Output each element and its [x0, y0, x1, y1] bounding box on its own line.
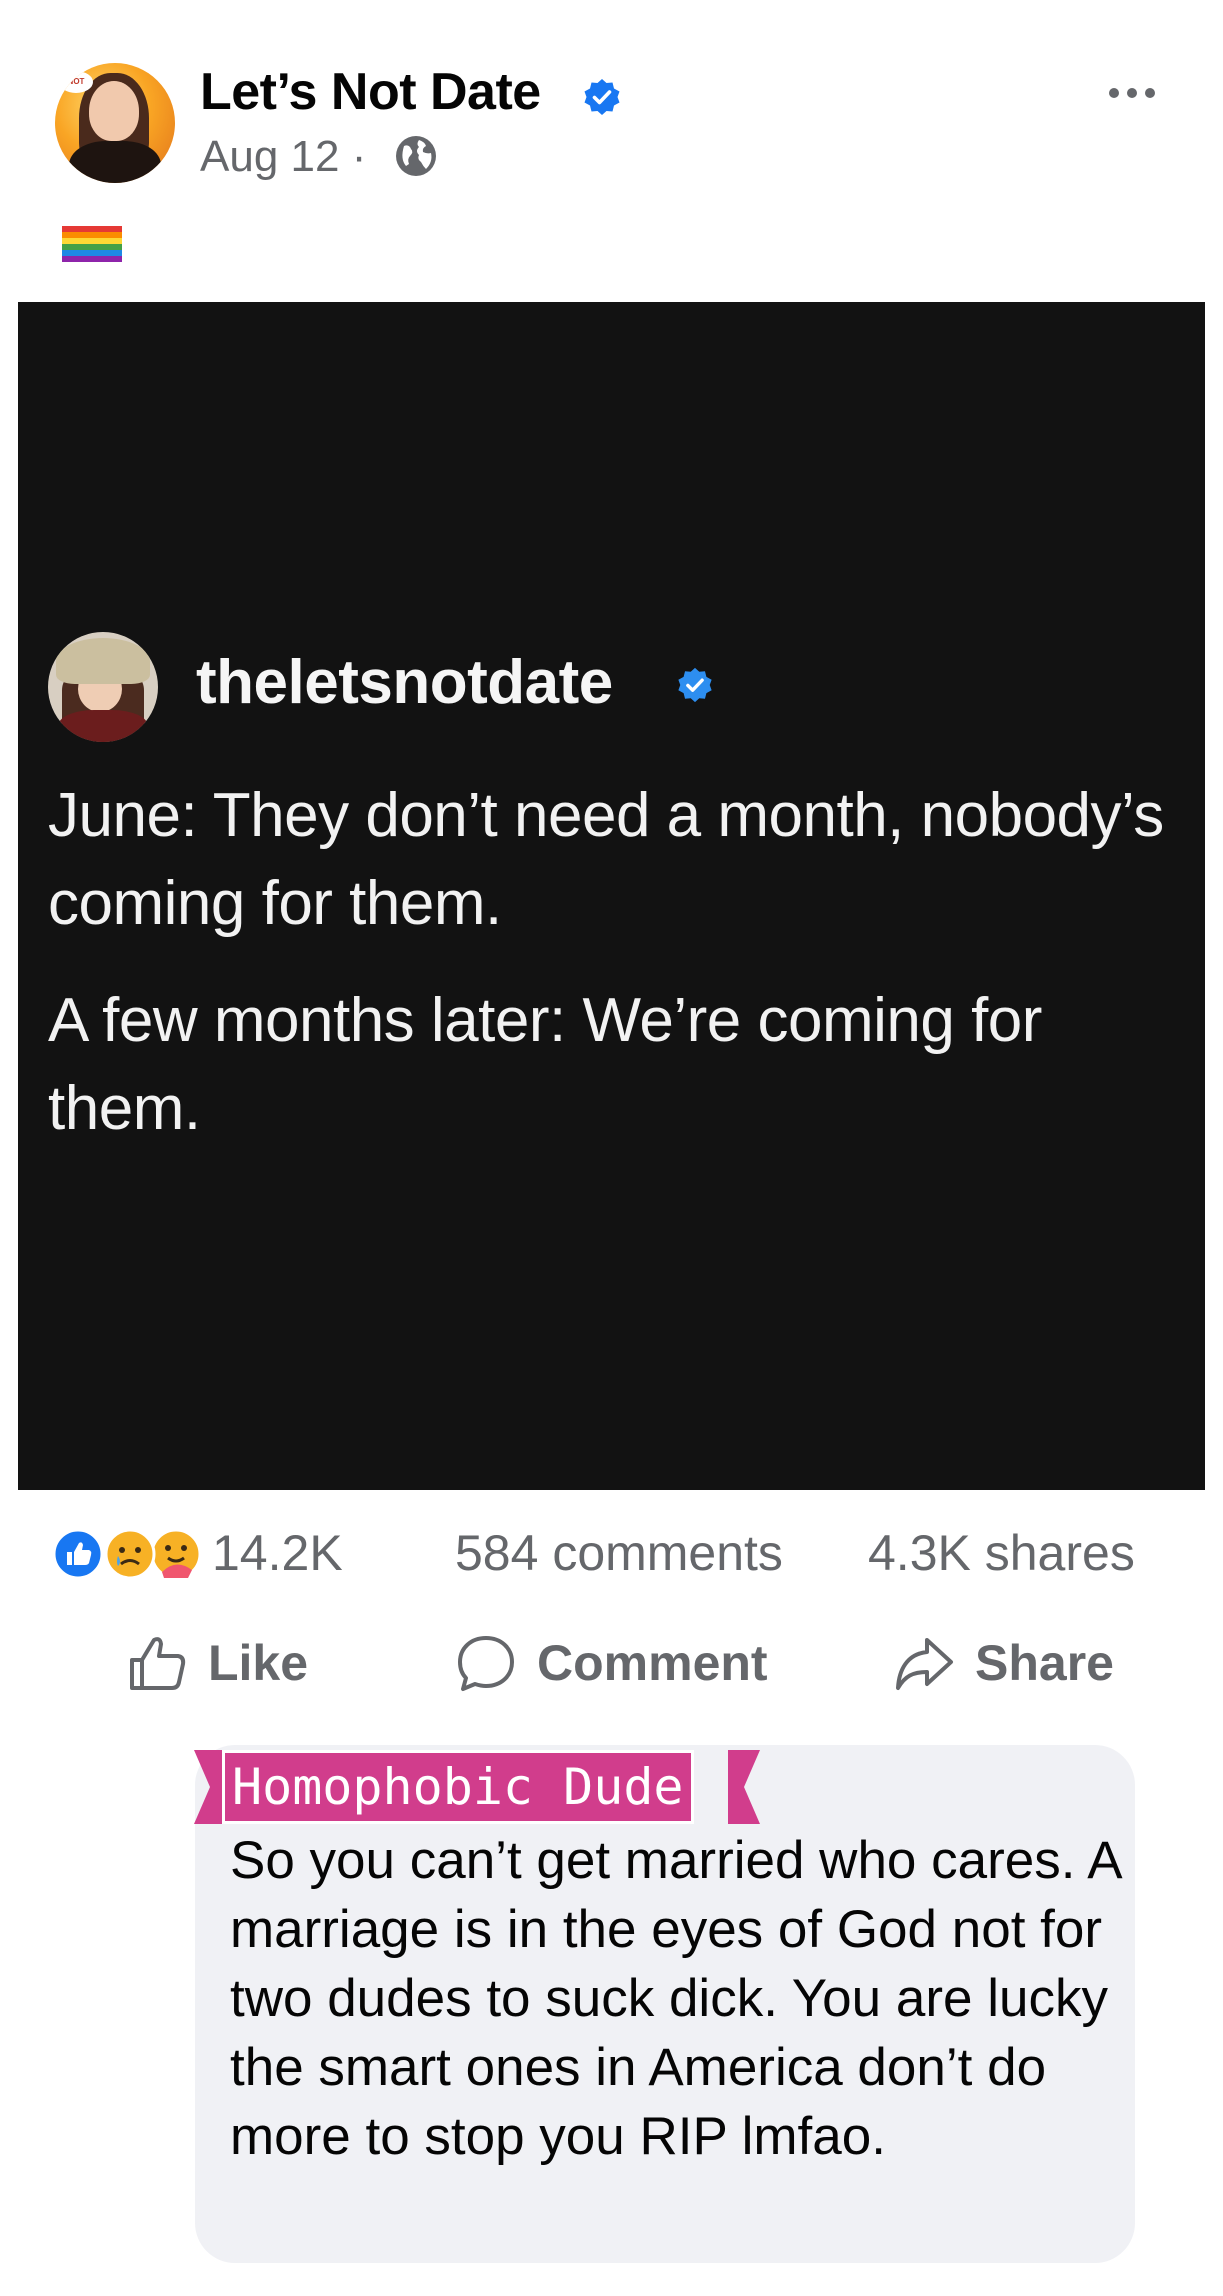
comment-author-tag[interactable]: Homophobic Dude: [222, 1750, 694, 1824]
comment-bubble-icon: [458, 1636, 514, 1691]
embedded-text-paragraph: A few months later: We’re coming for the…: [48, 986, 1042, 1143]
page-name[interactable]: Let’s Not Date: [200, 62, 541, 122]
reaction-count[interactable]: 14.2K: [212, 1524, 343, 1582]
ribbon-left-decoration: [194, 1750, 226, 1824]
verified-badge-icon: [584, 79, 620, 115]
post-header: NOT Let’s Not Date Aug 12 ·: [0, 0, 1223, 210]
embedded-handle: theletsnotdate: [196, 648, 613, 717]
share-count[interactable]: 4.3K shares: [868, 1524, 1135, 1582]
reactions-summary-icon[interactable]: [52, 1528, 204, 1580]
share-button[interactable]: Share: [893, 1628, 1114, 1698]
care-reaction-icon: [150, 1528, 202, 1580]
embedded-text-paragraph: June: They don’t need a month, nobody’s …: [48, 781, 1164, 938]
like-button[interactable]: Like: [126, 1628, 308, 1698]
page-avatar[interactable]: NOT: [55, 63, 175, 183]
globe-icon: [396, 136, 436, 176]
post-image[interactable]: theletsnotdate June: They don’t need a m…: [18, 302, 1205, 1490]
like-reaction-icon: [52, 1528, 104, 1580]
comment-button[interactable]: Comment: [455, 1628, 768, 1698]
share-label: Share: [975, 1635, 1114, 1691]
post-meta: Aug 12 ·: [200, 132, 366, 182]
thumbs-up-icon: [130, 1637, 186, 1690]
share-arrow-icon: [896, 1638, 953, 1690]
embedded-verified-icon: [678, 667, 712, 703]
ribbon-right-decoration: [728, 1750, 760, 1824]
like-label: Like: [208, 1635, 309, 1691]
post-date[interactable]: Aug 12: [200, 132, 339, 181]
avatar-badge: NOT: [59, 71, 93, 93]
embedded-avatar: [48, 632, 158, 742]
meta-separator: ·: [351, 132, 367, 181]
sad-reaction-icon: [104, 1528, 156, 1580]
comment-label: Comment: [537, 1635, 768, 1691]
more-options-icon[interactable]: [1106, 78, 1158, 108]
comment-count[interactable]: 584 comments: [455, 1524, 783, 1582]
comment-text: So you can’t get married who cares. A ma…: [230, 1831, 1120, 2166]
rainbow-flag-icon: [62, 220, 122, 264]
